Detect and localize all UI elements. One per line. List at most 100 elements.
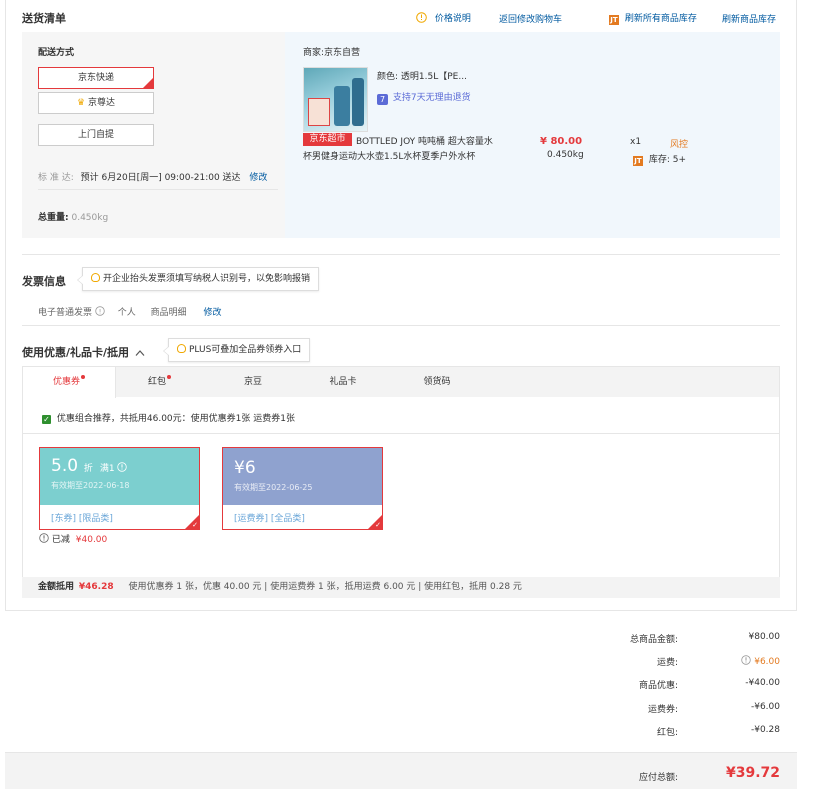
shipping-option-jd-premium[interactable]: ♛ 京尊达 [38,92,154,114]
shipping-option-jd-express[interactable]: 京东快递 [38,67,154,89]
coupon-card-top: ¥6 有效期至2022-06-25 [223,448,382,505]
price-desc-link[interactable]: 价格说明 [416,11,471,26]
shipping-fee-value: ¥6.00 [754,657,780,667]
invoice-details: 电子普通发票 ! 个人 商品明细 修改 [38,305,222,319]
discount-summary-bar: 金额抵用 ¥46.28 使用优惠券 1 张，优惠 40.00 元 | 使用运费券… [22,577,780,598]
tab-label: 领货码 [423,377,451,387]
divider [38,189,278,190]
invoice-title: 发票信息 [22,275,66,288]
coupon-tags: [运费券] [全品类] [234,514,305,524]
tab-red-packet[interactable]: 红包 [116,367,203,398]
check-icon: ✓ [192,521,198,529]
total-weight: 总重量: 0.450kg [38,210,108,223]
shipping-option-label: 京东快递 [77,73,114,83]
goods-discount-value: -¥40.00 [745,678,780,688]
shipping-coupon-value: -¥6.00 [750,702,780,712]
discount-tabs: 优惠券 红包 京豆 礼品卡 领货码 [22,366,780,398]
total-weight-value: 0.450kg [71,213,109,223]
info-icon[interactable] [117,462,128,475]
refresh-all-stock-link[interactable]: JT 刷新所有商品库存 [609,11,697,25]
discount-summary-detail: 使用优惠券 1 张，优惠 40.00 元 | 使用运费券 1 张，抵用运费 6.… [128,582,522,592]
coupon-card-discount[interactable]: 5.0 折 满1 有效期至2022-06-18 [东券] [限品类] ✓ [39,447,200,530]
shipping-option-pickup[interactable]: 上门自提 [38,124,154,146]
combo-recommend-text: 优惠组合推荐，共抵用46.00元：使用优惠券1张 运费券1张 [56,414,295,424]
coupon-card-top: 5.0 折 满1 有效期至2022-06-18 [40,448,199,505]
crown-icon: ♛ [77,98,86,108]
coupon-expiry: 有效期至2022-06-25 [234,483,313,492]
shipping-option-label: 上门自提 [77,130,114,140]
divider [22,325,780,326]
product-name[interactable]: BOTTLED JOY 吨吨桶 超大容量水杯男健身运动大水壶1.5L水杯夏季户外… [303,135,498,165]
invoice-type: 电子普通发票 [38,308,93,318]
selected-corner-mark [143,78,153,88]
tab-label: 礼品卡 [329,377,357,387]
coupon-amount: ¥6 [234,458,256,478]
tab-jd-beans[interactable]: 京豆 [203,367,303,398]
total-goods-label: 总商品金额: [629,635,678,645]
seven-day-return-icon: 7 [377,94,388,105]
standard-delivery-time: 预计 6月20日[周一] 09:00-21:00 送达 [80,173,241,183]
info-icon [416,11,427,26]
new-dot-icon [167,375,171,379]
coupon-reduced-value: ¥40.00 [75,535,108,545]
total-goods-value: ¥80.00 [748,632,781,642]
tab-coupon[interactable]: 优惠券 [23,367,116,398]
chevron-up-icon[interactable] [135,347,145,360]
refresh-stock-link[interactable]: 刷新商品库存 [722,12,776,25]
tab-label: 红包 [147,377,166,387]
new-dot-icon [81,375,85,379]
total-weight-label: 总重量: [38,213,69,223]
shipping-fee: ¥6.00 [700,655,780,668]
return-policy-label: 支持7天无理由退货 [392,93,471,103]
checkbox-checked-icon[interactable]: ✓ [42,415,51,424]
refresh-all-stock-label: 刷新所有商品库存 [624,14,697,24]
tab-redeem-code[interactable]: 领货码 [383,367,491,398]
bulb-icon [91,273,100,282]
standard-delivery: 标 准 达: 预计 6月20日[周一] 09:00-21:00 送达 修改 [38,170,267,183]
discount-title[interactable]: 使用优惠/礼品卡/抵用 [22,344,145,360]
standard-delivery-modify[interactable]: 修改 [249,173,267,183]
discount-title-label: 使用优惠/礼品卡/抵用 [22,346,130,359]
plus-coupon-tip[interactable]: PLUS可叠加全品券领券入口 [162,338,311,362]
product-price: ¥ 80.00 [540,136,583,147]
invoice-tip: 开企业抬头发票须填写纳税人识别号，以免影响报销 [76,267,320,291]
delivery-title: 送货清单 [22,12,66,25]
product-color-value: 透明1.5L【PE... [400,72,467,82]
tab-label: 京豆 [243,377,262,387]
combo-recommend[interactable]: ✓ 优惠组合推荐，共抵用46.00元：使用优惠券1张 运费券1张 [42,411,295,424]
product-weight: 0.450kg [547,150,584,160]
standard-delivery-label: 标 准 达: [38,173,74,183]
divider [22,433,780,434]
divider [22,254,780,255]
coupon-tags: [东券] [限品类] [51,514,113,524]
coupon-expiry: 有效期至2022-06-18 [51,481,130,490]
coupon-card-shipping[interactable]: ¥6 有效期至2022-06-25 [运费券] [全品类] ✓ [222,447,383,530]
stock-label: 库存: [648,155,670,165]
coupon-unit: 折 [83,464,93,474]
pay-total-label: 应付总额: [638,773,678,783]
shipping-coupon-label: 运费券: [647,705,678,715]
coupon-amount: 5.0 [51,456,79,476]
return-policy[interactable]: 7 支持7天无理由退货 [377,90,471,105]
discount-summary-value: ¥46.28 [78,582,114,592]
invoice-modify-link[interactable]: 修改 [204,308,222,318]
question-icon[interactable]: ! [95,306,105,319]
coupon-reduced: 已减 ¥40.00 [39,532,107,546]
pay-total-value: ¥39.72 [725,765,780,781]
tab-gift-card[interactable]: 礼品卡 [303,367,383,398]
shipping-label: 配送方式 [38,48,75,58]
jd-logo-icon: JT [633,156,643,166]
invoice-tip-text: 开企业抬头发票须填写纳税人识别号，以免影响报销 [103,274,311,284]
back-to-cart-link[interactable]: 返回修改购物车 [499,12,562,25]
invoice-person: 个人 [117,308,136,318]
merchant-label: 商家:京东自营 [303,48,361,58]
stock-value: 5+ [672,155,687,165]
red-packet-label: 红包: [656,728,678,738]
stock-info: JT 库存: 5+ [633,152,686,166]
red-packet-value: -¥0.28 [750,725,780,735]
info-icon[interactable] [741,655,752,668]
check-icon: ✓ [375,521,381,529]
tab-label: 优惠券 [52,377,80,387]
jd-logo-icon: JT [609,15,619,25]
product-image[interactable] [303,67,368,132]
